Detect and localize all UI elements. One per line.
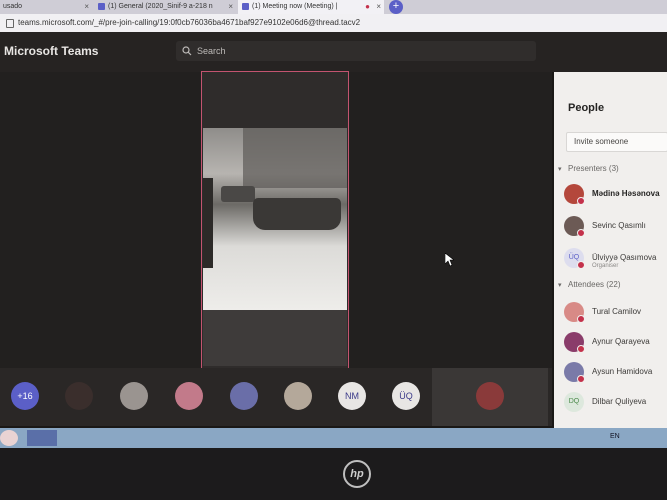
presenters-section-header[interactable]: ▾ Presenters (3)	[558, 164, 619, 173]
status-busy-icon	[577, 197, 585, 205]
video-letterbox	[203, 310, 347, 366]
chevron-down-icon: ▾	[558, 282, 562, 289]
close-icon[interactable]: ×	[84, 0, 89, 14]
app-title: Microsoft Teams	[4, 44, 99, 58]
attendees-count: (22)	[606, 280, 621, 289]
tab-title: (1) Meeting now (Meeting) |	[252, 3, 338, 10]
participant-name: Ülviyyə Qasımova	[592, 253, 657, 262]
lock-icon	[6, 19, 14, 28]
video-scene-vehicle	[221, 186, 255, 202]
chevron-down-icon: ▾	[558, 166, 562, 173]
search-placeholder: Search	[197, 46, 226, 56]
teams-icon	[242, 2, 249, 10]
participant-tile[interactable]: ÜQ	[392, 382, 420, 410]
self-avatar	[476, 382, 504, 410]
status-busy-icon	[577, 315, 585, 323]
participant-item[interactable]: Aynur Qarayeva	[564, 332, 667, 354]
participant-tile[interactable]	[65, 382, 93, 410]
status-busy-icon	[577, 375, 585, 383]
close-icon[interactable]: ×	[376, 0, 381, 14]
participant-tile[interactable]	[284, 382, 312, 410]
participant-tile[interactable]	[175, 382, 203, 410]
participant-role: Organiser	[592, 263, 619, 269]
search-input[interactable]: Search	[176, 41, 536, 61]
recording-icon: ●	[365, 2, 370, 11]
participant-item[interactable]: ÜQ Ülviyyə Qasımova Organiser	[564, 248, 667, 270]
browser-tab[interactable]: (1) General (2020_Sinif-9 a-218 n ×	[94, 0, 236, 14]
attendees-section-header[interactable]: ▾ Attendees (22)	[558, 280, 621, 289]
status-busy-icon	[577, 229, 585, 237]
invite-placeholder: Invite someone	[574, 137, 629, 146]
avatar	[564, 184, 585, 205]
hp-logo: hp	[343, 460, 371, 488]
participant-item[interactable]: Aysun Hamidova	[564, 362, 667, 384]
participant-name: Dilbar Quliyeva	[592, 397, 647, 406]
video-scene-person	[203, 178, 213, 268]
teams-header: Microsoft Teams Search	[0, 32, 667, 72]
people-title: People	[568, 102, 605, 114]
participant-tile[interactable]	[230, 382, 258, 410]
overflow-participants-button[interactable]: +16	[11, 382, 39, 410]
mouse-cursor-icon	[445, 253, 454, 267]
people-panel: People Invite someone ▾ Presenters (3) Mə…	[554, 72, 667, 430]
participant-item[interactable]: Mədinə Həsənova	[564, 184, 667, 206]
teams-icon	[98, 2, 105, 10]
participant-tile[interactable]: NM	[338, 382, 366, 410]
laptop-bezel	[0, 448, 667, 500]
avatar: DQ	[564, 392, 584, 412]
url-text: teams.microsoft.com/_#/pre-join-calling/…	[18, 18, 361, 27]
participant-item[interactable]: Sevinc Qasımlı	[564, 216, 667, 238]
tab-title: usado	[3, 3, 23, 10]
video-scene-tank	[253, 198, 341, 230]
avatar	[564, 302, 585, 323]
close-icon[interactable]: ×	[228, 0, 233, 14]
avatar: ÜQ	[564, 248, 585, 269]
teams-taskbar-icon[interactable]	[27, 430, 57, 446]
os-taskbar: EN	[0, 428, 667, 448]
participant-item[interactable]: Tural Camilov	[564, 302, 667, 324]
video-scene-building	[243, 128, 347, 188]
search-icon	[182, 46, 192, 56]
new-tab-button[interactable]: +	[389, 0, 403, 14]
browser-tab[interactable]: usado ×	[0, 0, 92, 14]
address-bar[interactable]: teams.microsoft.com/_#/pre-join-calling/…	[0, 14, 667, 32]
browser-tab-bar: usado × (1) General (2020_Sinif-9 a-218 …	[0, 0, 667, 14]
participant-name: Aysun Hamidova	[592, 367, 653, 376]
participant-name: Sevinc Qasımlı	[592, 221, 646, 230]
browser-tab-active[interactable]: (1) Meeting now (Meeting) | ● ×	[238, 0, 384, 14]
participant-tile[interactable]	[120, 382, 148, 410]
language-indicator[interactable]: EN	[610, 433, 620, 440]
invite-input[interactable]: Invite someone	[566, 132, 667, 152]
status-busy-icon	[577, 345, 585, 353]
chrome-taskbar-icon[interactable]	[0, 430, 18, 446]
participant-item[interactable]: DQ Dilbar Quliyeva	[564, 392, 667, 414]
status-busy-icon	[577, 261, 585, 269]
avatar	[564, 332, 585, 353]
tab-title: (1) General (2020_Sinif-9 a-218 n	[108, 3, 213, 10]
avatar	[564, 362, 585, 383]
participant-name: Mədinə Həsənova	[592, 189, 660, 198]
shared-video	[203, 128, 347, 310]
participant-name: Aynur Qarayeva	[592, 337, 650, 346]
presenters-count: (3)	[608, 164, 619, 173]
avatar	[564, 216, 585, 237]
participant-name: Tural Camilov	[592, 307, 642, 316]
